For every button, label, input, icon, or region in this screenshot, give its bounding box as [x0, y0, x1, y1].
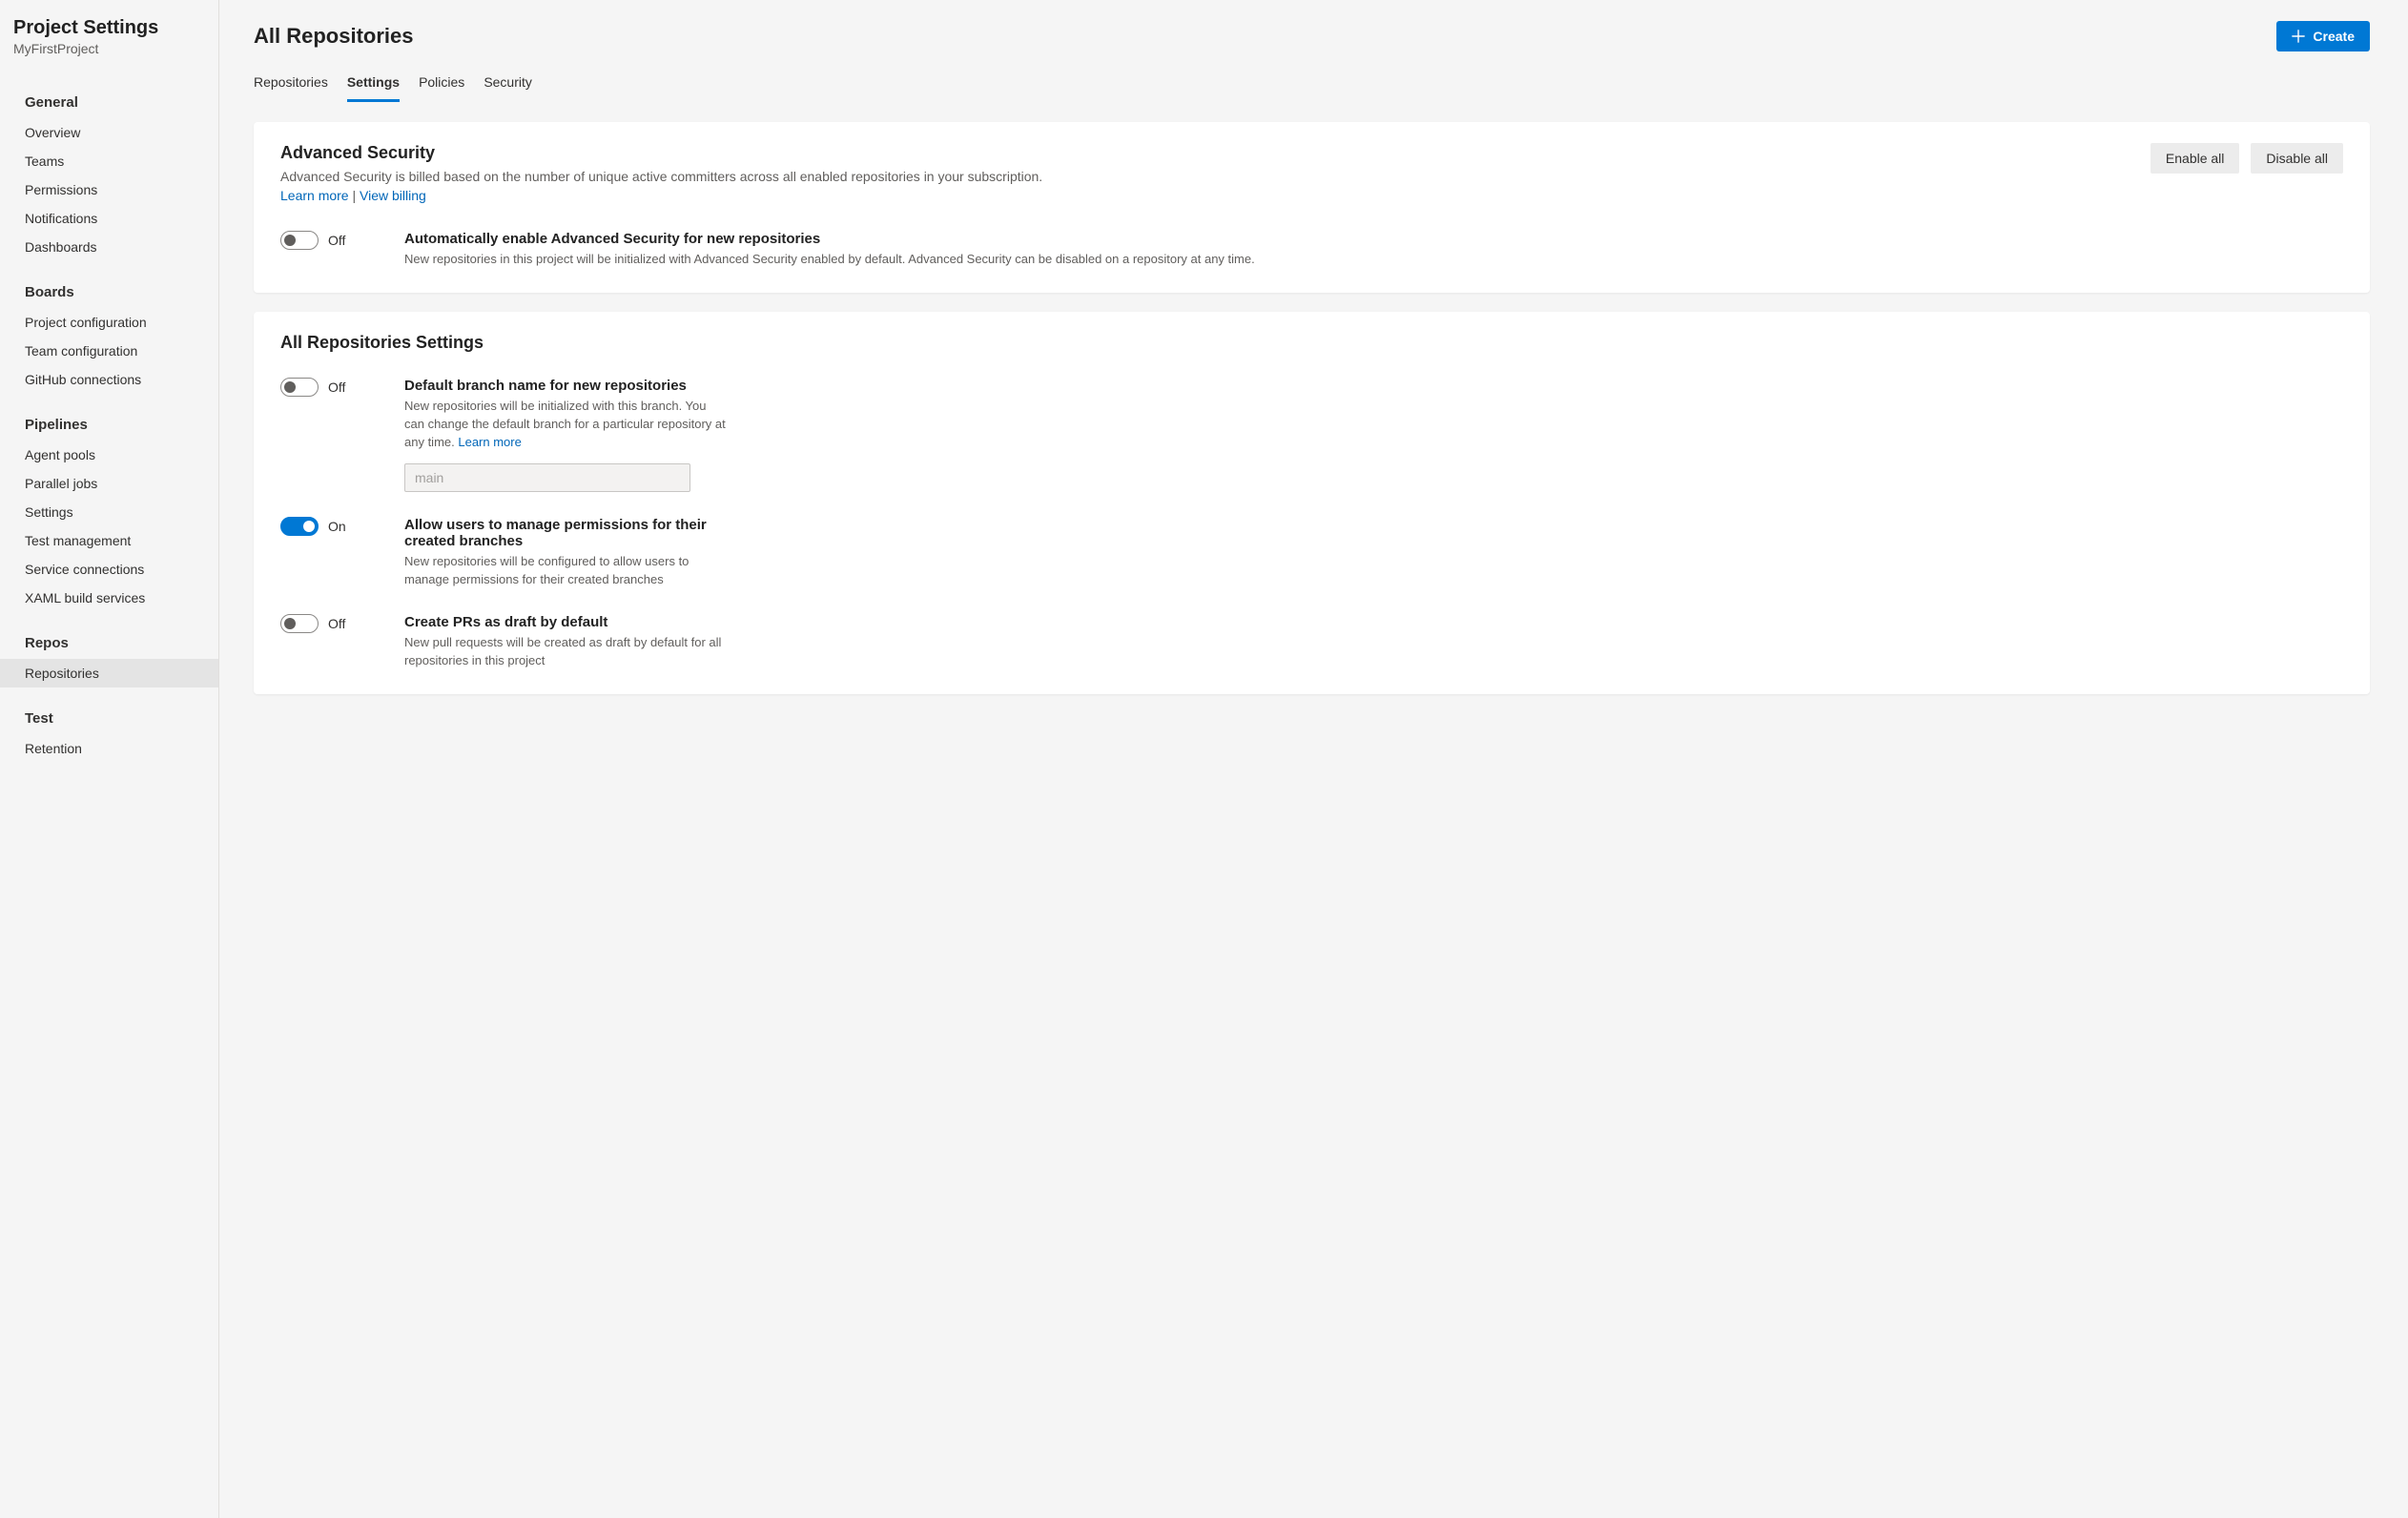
manage-perms-title: Allow users to manage permissions for th… [404, 517, 729, 549]
sidebar-item-settings[interactable]: Settings [0, 498, 218, 526]
draft-prs-toggle-label: Off [328, 616, 345, 631]
tab-repositories[interactable]: Repositories [254, 69, 328, 102]
sidebar-group: PipelinesAgent poolsParallel jobsSetting… [0, 413, 218, 612]
auto-enable-row: Off Automatically enable Advanced Securi… [280, 231, 2343, 269]
sidebar-header: Project Settings MyFirstProject [0, 17, 218, 72]
default-branch-toggle-label: Off [328, 380, 345, 395]
advanced-security-view-billing-link[interactable]: View billing [360, 188, 426, 203]
auto-enable-title: Automatically enable Advanced Security f… [404, 231, 2343, 247]
sidebar-item-permissions[interactable]: Permissions [0, 175, 218, 204]
sidebar-group-title: Test [0, 707, 218, 734]
sidebar-group-title: Pipelines [0, 413, 218, 441]
sidebar-group-title: Boards [0, 280, 218, 308]
sidebar-item-overview[interactable]: Overview [0, 118, 218, 147]
sidebar-item-teams[interactable]: Teams [0, 147, 218, 175]
page-title: All Repositories [254, 24, 413, 49]
sidebar-title: Project Settings [13, 17, 205, 39]
create-button[interactable]: Create [2276, 21, 2370, 51]
sidebar-group: ReposRepositories [0, 631, 218, 687]
sidebar-item-service-connections[interactable]: Service connections [0, 555, 218, 584]
manage-perms-toggle-label: On [328, 519, 346, 534]
sidebar-group: BoardsProject configurationTeam configur… [0, 280, 218, 394]
default-branch-input[interactable] [404, 463, 690, 492]
advanced-security-title: Advanced Security [280, 143, 1042, 163]
draft-prs-row: Off Create PRs as draft by default New p… [280, 614, 2343, 670]
tabs: Repositories Settings Policies Security [254, 69, 2370, 103]
tab-security[interactable]: Security [484, 69, 532, 102]
default-branch-desc: New repositories will be initialized wit… [404, 398, 729, 452]
create-button-label: Create [2313, 29, 2355, 44]
enable-all-button[interactable]: Enable all [2151, 143, 2240, 174]
sidebar-group: GeneralOverviewTeamsPermissionsNotificat… [0, 91, 218, 261]
main-header: All Repositories Create [254, 21, 2370, 51]
repo-settings-card: All Repositories Settings Off Default br… [254, 312, 2370, 694]
disable-all-button[interactable]: Disable all [2251, 143, 2343, 174]
sidebar-item-xaml-build-services[interactable]: XAML build services [0, 584, 218, 612]
auto-enable-toggle-label: Off [328, 233, 345, 248]
manage-perms-desc: New repositories will be configured to a… [404, 553, 729, 589]
sidebar-item-notifications[interactable]: Notifications [0, 204, 218, 233]
sidebar-item-agent-pools[interactable]: Agent pools [0, 441, 218, 469]
manage-perms-toggle[interactable] [280, 517, 319, 536]
main-content: All Repositories Create Repositories Sett… [219, 0, 2408, 1518]
default-branch-row: Off Default branch name for new reposito… [280, 378, 2343, 492]
repo-settings-title: All Repositories Settings [280, 333, 2343, 353]
advanced-security-card: Advanced Security Advanced Security is b… [254, 122, 2370, 293]
sidebar-item-project-configuration[interactable]: Project configuration [0, 308, 218, 337]
sidebar-item-dashboards[interactable]: Dashboards [0, 233, 218, 261]
draft-prs-desc: New pull requests will be created as dra… [404, 634, 729, 670]
sidebar-group-title: Repos [0, 631, 218, 659]
sidebar-group-title: General [0, 91, 218, 118]
default-branch-title: Default branch name for new repositories [404, 378, 729, 394]
draft-prs-toggle[interactable] [280, 614, 319, 633]
default-branch-learn-more-link[interactable]: Learn more [458, 435, 521, 449]
sidebar: Project Settings MyFirstProject GeneralO… [0, 0, 219, 1518]
advanced-security-learn-more-link[interactable]: Learn more [280, 188, 349, 203]
auto-enable-desc: New repositories in this project will be… [404, 251, 2343, 269]
sidebar-group: TestRetention [0, 707, 218, 763]
sidebar-item-team-configuration[interactable]: Team configuration [0, 337, 218, 365]
auto-enable-toggle[interactable] [280, 231, 319, 250]
plus-icon [2292, 30, 2305, 43]
tab-settings[interactable]: Settings [347, 69, 400, 102]
sidebar-item-github-connections[interactable]: GitHub connections [0, 365, 218, 394]
sidebar-subtitle: MyFirstProject [13, 41, 205, 56]
manage-perms-row: On Allow users to manage permissions for… [280, 517, 2343, 589]
sidebar-item-repositories[interactable]: Repositories [0, 659, 218, 687]
sidebar-item-retention[interactable]: Retention [0, 734, 218, 763]
default-branch-toggle[interactable] [280, 378, 319, 397]
sidebar-item-test-management[interactable]: Test management [0, 526, 218, 555]
draft-prs-title: Create PRs as draft by default [404, 614, 729, 630]
tab-policies[interactable]: Policies [419, 69, 464, 102]
advanced-security-description: Advanced Security is billed based on the… [280, 167, 1042, 206]
sidebar-item-parallel-jobs[interactable]: Parallel jobs [0, 469, 218, 498]
